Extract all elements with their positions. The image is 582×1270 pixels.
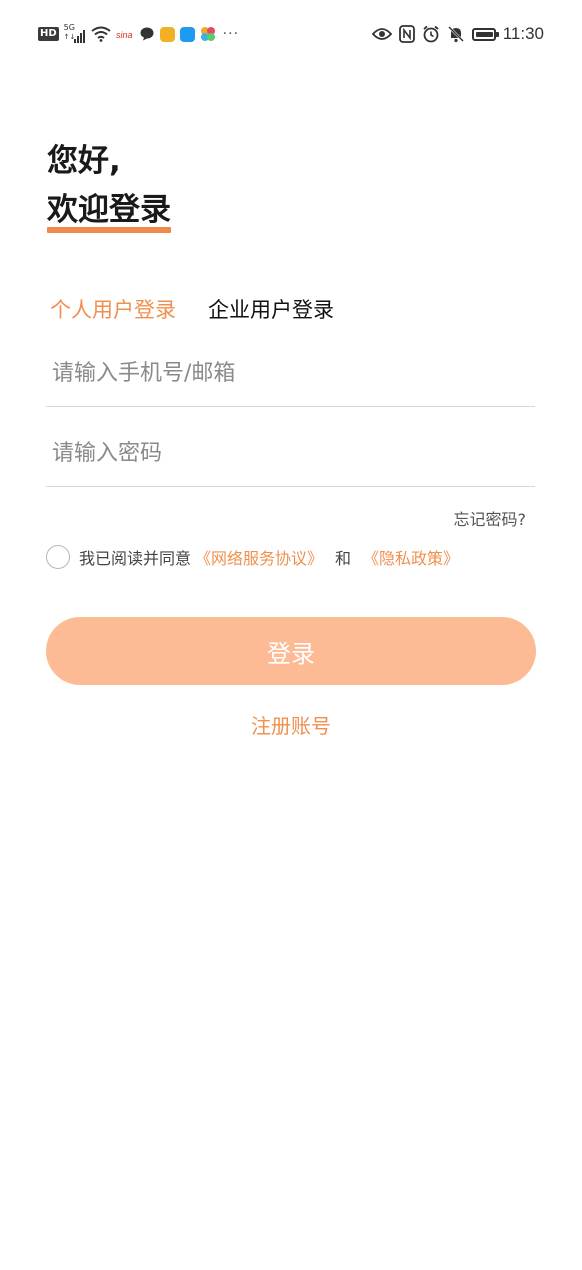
- status-bar: HD 5G ↑↓ sina ··· 11:30: [0, 0, 582, 66]
- tab-personal-login[interactable]: 个人用户登录: [50, 296, 176, 324]
- weibo-app-icon: [159, 26, 175, 42]
- battery-icon: [471, 27, 499, 41]
- service-agreement-link[interactable]: 《网络服务协议》: [195, 545, 323, 569]
- agreement-and: 和: [335, 549, 352, 568]
- blue-app-icon: [179, 26, 195, 42]
- alarm-icon: [423, 25, 439, 43]
- nfc-icon: [398, 25, 415, 43]
- wifi-icon: [91, 26, 111, 42]
- login-type-tabs: 个人用户登录 企业用户登录: [50, 296, 334, 324]
- agreement-row: 我已阅读并同意 《网络服务协议》 和 《隐私政策》: [46, 545, 463, 569]
- agreement-checkbox[interactable]: [46, 545, 70, 569]
- news-app-icon: sina: [116, 30, 133, 40]
- forgot-password-link[interactable]: 忘记密码?: [454, 506, 527, 530]
- privacy-policy-link[interactable]: 《隐私政策》: [363, 545, 459, 569]
- login-button[interactable]: 登录: [46, 617, 536, 685]
- colorful-app-icon: [200, 27, 215, 41]
- more-notifications-icon: ···: [222, 26, 240, 42]
- phone-email-input[interactable]: [46, 355, 535, 391]
- greeting-welcome: 欢迎登录: [47, 190, 171, 233]
- password-field: [46, 435, 535, 487]
- cellular-signal-icon: 5G ↑↓: [64, 23, 86, 43]
- register-link[interactable]: 注册账号: [0, 710, 582, 739]
- svg-text:sina: sina: [116, 30, 133, 40]
- agreement-prefix: 我已阅读并同意: [79, 549, 192, 568]
- greeting-underline: [47, 227, 171, 233]
- phone-email-field: [46, 355, 535, 407]
- status-time: 11:30: [502, 24, 544, 43]
- greeting-welcome-text: 欢迎登录: [47, 192, 171, 228]
- status-bar-left: HD 5G ↑↓ sina ···: [38, 23, 240, 44]
- eye-icon: [371, 28, 392, 40]
- status-bar-right: 11:30: [371, 22, 544, 46]
- mute-bell-icon: [447, 26, 464, 43]
- password-input[interactable]: [46, 435, 535, 471]
- tab-enterprise-login[interactable]: 企业用户登录: [208, 296, 334, 324]
- hd-network-badge: HD: [38, 27, 59, 41]
- message-icon: [140, 27, 154, 41]
- greeting-hello: 您好,: [47, 143, 121, 179]
